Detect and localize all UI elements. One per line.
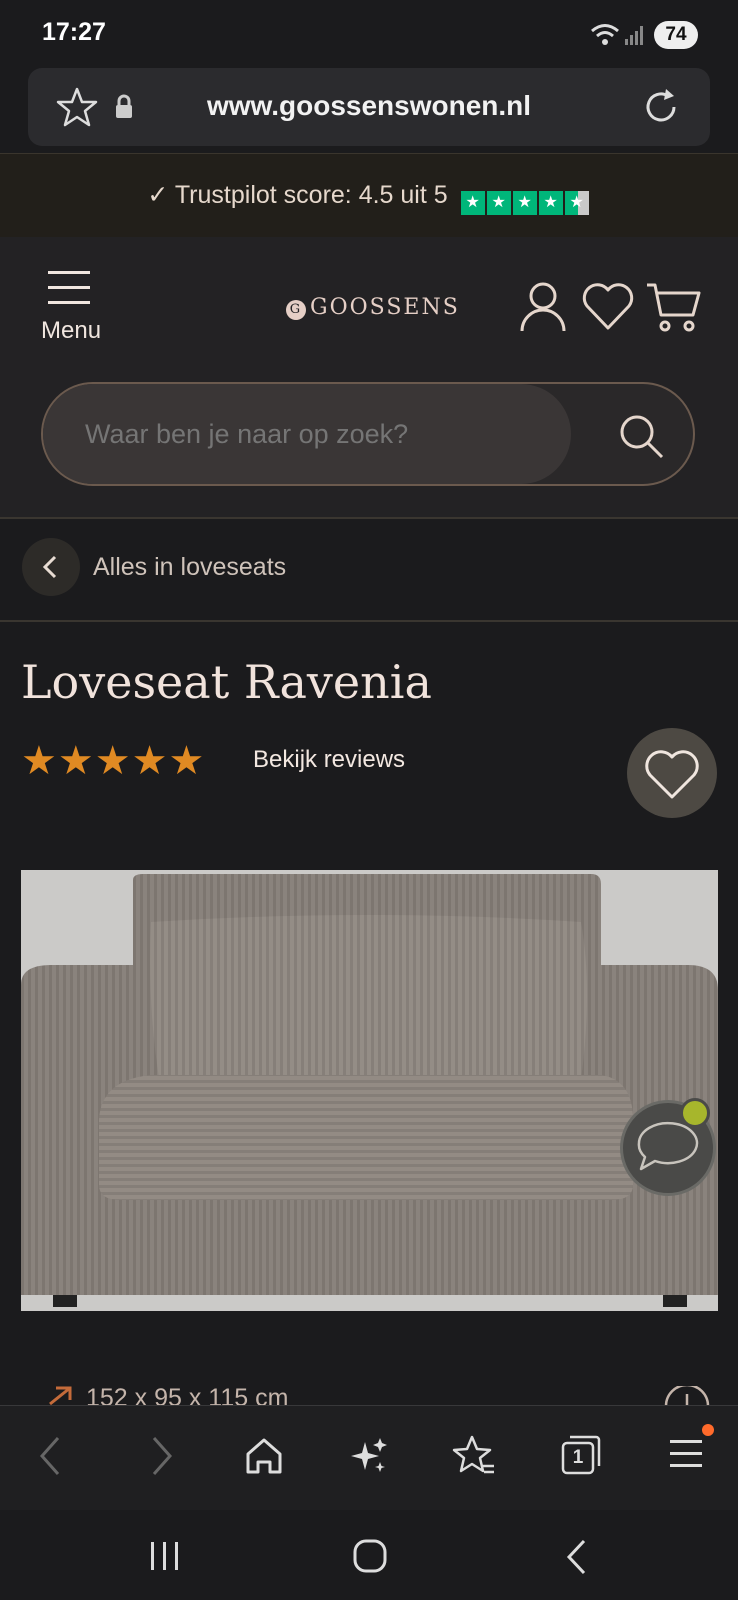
breadcrumb-label[interactable]: Alles in loveseats bbox=[93, 553, 286, 582]
logo-text: GOOSSENS bbox=[310, 295, 460, 320]
product-title: Loveseat Ravenia bbox=[21, 655, 432, 709]
search-icon[interactable] bbox=[617, 412, 665, 460]
address-bar[interactable]: www.goossenswonen.nl bbox=[28, 68, 710, 146]
menu-button-label[interactable]: Menu bbox=[41, 317, 101, 345]
url-text[interactable]: www.goossenswonen.nl bbox=[28, 90, 710, 122]
account-icon[interactable] bbox=[520, 281, 566, 333]
add-to-wishlist-button[interactable] bbox=[627, 728, 717, 818]
wishlist-heart-icon[interactable] bbox=[582, 282, 634, 332]
reload-icon[interactable] bbox=[640, 86, 682, 128]
chat-status-dot bbox=[680, 1098, 710, 1128]
home-icon[interactable] bbox=[244, 1436, 284, 1476]
wifi-icon bbox=[590, 22, 620, 48]
trustpilot-score-text: Trustpilot score: 4.5 uit 5 bbox=[174, 181, 448, 209]
trustpilot-star-icon: ★ bbox=[538, 191, 563, 215]
status-bar: 17:27 74 bbox=[0, 0, 738, 64]
loveseat-photo bbox=[21, 870, 718, 1311]
trustpilot-star-icon: ★ bbox=[460, 191, 485, 215]
logo-mark: G bbox=[286, 300, 306, 320]
notification-dot bbox=[702, 1424, 714, 1436]
menu-icon[interactable] bbox=[668, 1438, 704, 1470]
back-icon[interactable] bbox=[564, 1538, 590, 1576]
trustpilot-stars: ★ ★ ★ ★ ★ bbox=[460, 181, 591, 215]
recents-icon[interactable] bbox=[148, 1540, 182, 1572]
site-logo[interactable]: G GOOSSENS bbox=[286, 295, 460, 320]
resize-arrow-icon bbox=[46, 1386, 74, 1406]
chevron-left-icon bbox=[42, 555, 57, 579]
heart-icon bbox=[645, 750, 699, 799]
signal-icon bbox=[624, 24, 646, 46]
home-icon[interactable] bbox=[352, 1538, 388, 1574]
breadcrumb[interactable]: Alles in loveseats bbox=[0, 518, 738, 622]
status-time: 17:27 bbox=[42, 18, 106, 46]
back-icon[interactable] bbox=[36, 1434, 66, 1478]
view-reviews-link[interactable]: Bekijk reviews bbox=[253, 746, 405, 774]
search-input[interactable] bbox=[83, 418, 557, 451]
expand-plus-icon[interactable] bbox=[664, 1386, 710, 1406]
cart-icon[interactable] bbox=[645, 281, 701, 333]
trustpilot-banner[interactable]: ✓ Trustpilot score: 4.5 uit 5 ★ ★ ★ ★ ★ bbox=[0, 153, 738, 237]
tabs-icon[interactable]: 1 bbox=[560, 1434, 602, 1476]
product-image[interactable] bbox=[21, 870, 718, 1311]
hamburger-menu-icon[interactable] bbox=[48, 271, 90, 305]
tab-count: 1 bbox=[572, 1447, 584, 1468]
trustpilot-half-star-icon: ★ bbox=[564, 191, 589, 215]
sparkle-icon[interactable] bbox=[349, 1436, 389, 1476]
search-bar[interactable] bbox=[41, 382, 695, 486]
trustpilot-star-icon: ★ bbox=[486, 191, 511, 215]
battery-indicator: 74 bbox=[654, 21, 698, 49]
checkmark-icon: ✓ bbox=[147, 181, 169, 209]
browser-toolbar: 1 bbox=[0, 1405, 738, 1511]
trustpilot-star-icon: ★ bbox=[512, 191, 537, 215]
site-header: Menu G GOOSSENS bbox=[0, 237, 738, 519]
breadcrumb-back-button[interactable] bbox=[22, 538, 80, 596]
system-navigation-bar bbox=[0, 1510, 738, 1600]
bookmark-star-icon[interactable] bbox=[452, 1434, 496, 1478]
product-rating-stars: ★★★★★ bbox=[21, 739, 206, 783]
forward-icon[interactable] bbox=[146, 1434, 176, 1478]
